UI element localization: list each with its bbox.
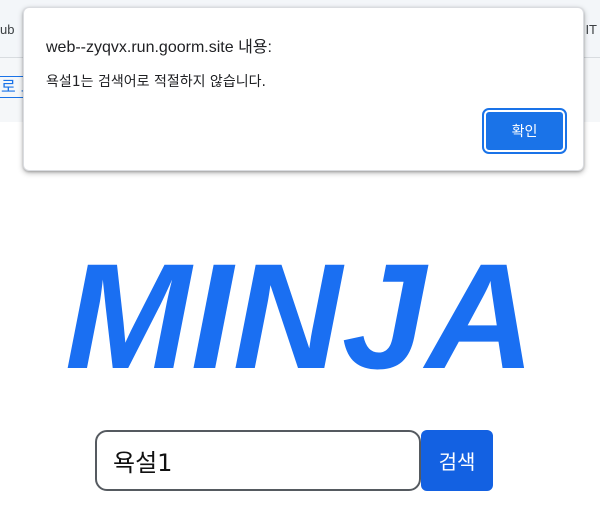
alert-dialog: web--zyqvx.run.goorm.site 내용: 욕설1는 검색어로 … bbox=[23, 7, 584, 171]
search-input-value: 욕설1 bbox=[113, 449, 173, 477]
minja-logo: MINJA bbox=[65, 248, 535, 380]
dialog-message: 욕설1는 검색어로 적절하지 않습니다. bbox=[46, 74, 266, 90]
dialog-title: web--zyqvx.run.goorm.site 내용: bbox=[46, 39, 272, 56]
bookmark-item[interactable]: IT bbox=[585, 22, 597, 37]
search-input[interactable]: 욕설1 bbox=[95, 430, 421, 491]
search-button[interactable]: 검색 bbox=[421, 430, 493, 491]
ok-button[interactable]: 확인 bbox=[482, 108, 567, 154]
bookmark-item[interactable]: ub bbox=[0, 22, 14, 37]
logo-text: MINJA bbox=[65, 248, 535, 380]
